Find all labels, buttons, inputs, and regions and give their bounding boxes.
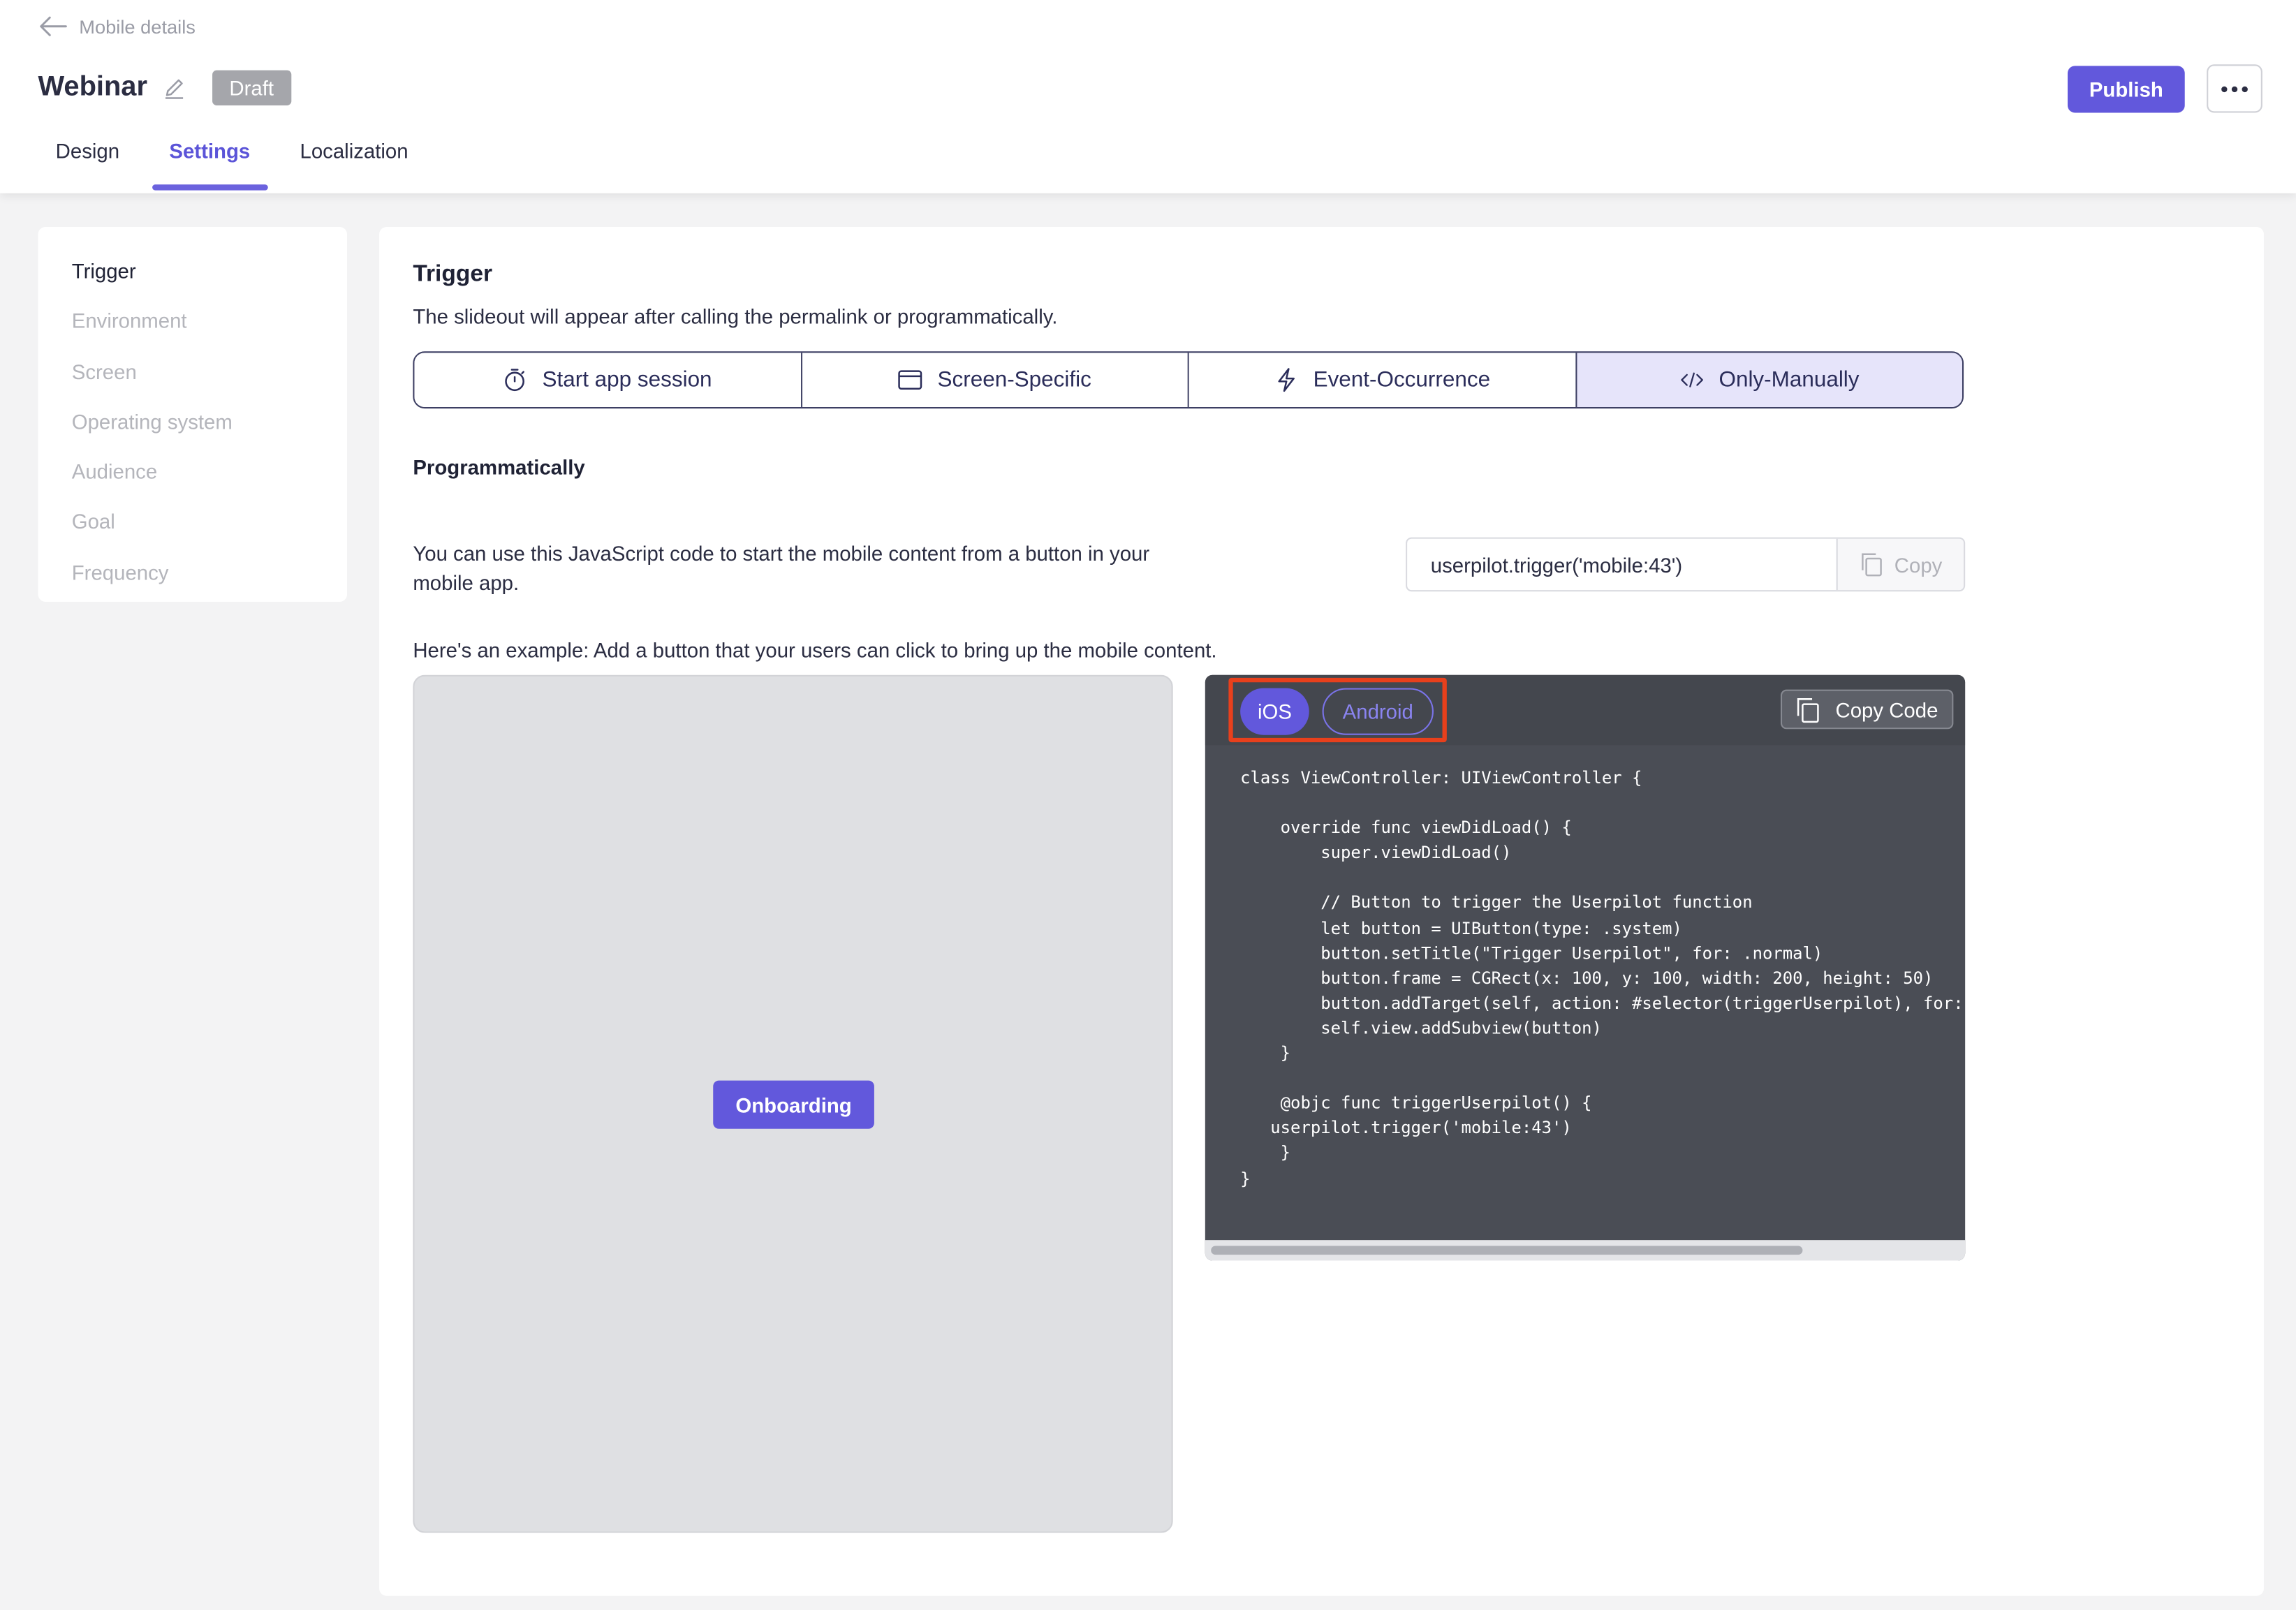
lightning-icon	[1278, 368, 1295, 392]
title-row: Webinar Draft	[38, 70, 292, 105]
trigger-settings-panel: Trigger The slideout will appear after c…	[379, 227, 2264, 1596]
tab-localization[interactable]: Localization	[282, 129, 425, 191]
sidebar-item-goal[interactable]: Goal	[38, 498, 347, 549]
trigger-option-label: Start app session	[542, 367, 712, 392]
sidebar-item-operating-system[interactable]: Operating system	[38, 398, 347, 448]
sidebar-item-screen[interactable]: Screen	[38, 348, 347, 398]
timer-icon	[505, 369, 525, 392]
copy-snippet-button[interactable]: Copy	[1836, 538, 1964, 591]
settings-sidebar: Trigger Environment Screen Operating sys…	[38, 227, 347, 602]
trigger-option-label: Screen-Specific	[937, 367, 1091, 392]
example-description: Here's an example: Add a button that you…	[413, 638, 1217, 662]
arrow-left-icon	[40, 16, 67, 36]
ellipsis-icon	[2221, 85, 2228, 92]
main-tabs: Design Settings Localization	[38, 129, 441, 191]
page-title: Webinar	[38, 71, 147, 103]
tab-settings[interactable]: Settings	[152, 129, 268, 191]
code-panel-header: iOS Android Copy Code	[1205, 674, 1966, 746]
onboarding-preview-button[interactable]: Onboarding	[713, 1080, 874, 1129]
code-block: class ViewController: UIViewController {…	[1240, 767, 1964, 1188]
programmatically-title: Programmatically	[413, 455, 585, 479]
trigger-option-label: Event-Occurrence	[1313, 367, 1491, 392]
code-icon	[1680, 372, 1703, 387]
more-options-button[interactable]	[2207, 64, 2262, 113]
back-link-label: Mobile details	[79, 15, 196, 38]
trigger-option-label: Only-Manually	[1719, 367, 1860, 392]
back-link[interactable]: Mobile details	[38, 15, 196, 38]
highlight-annotation	[1228, 677, 1447, 743]
section-description: The slideout will appear after calling t…	[413, 304, 1058, 328]
section-title: Trigger	[413, 262, 493, 288]
browser-window-icon	[898, 370, 922, 390]
trigger-option-start-app-session[interactable]: Start app session	[414, 353, 802, 407]
sidebar-item-trigger[interactable]: Trigger	[38, 247, 347, 297]
sidebar-item-frequency[interactable]: Frequency	[38, 549, 347, 599]
programmatically-description: You can use this JavaScript code to star…	[413, 541, 1150, 595]
snippet-input[interactable]	[1407, 538, 1837, 591]
mobile-preview: Onboarding	[413, 674, 1173, 1533]
scrollbar-thumb[interactable]	[1211, 1246, 1803, 1255]
sidebar-item-audience[interactable]: Audience	[38, 448, 347, 498]
horizontal-scrollbar[interactable]	[1205, 1240, 1966, 1261]
copy-icon	[1861, 553, 1882, 577]
copy-code-label: Copy Code	[1835, 697, 1938, 721]
snippet-copy-field: Copy	[1406, 537, 1966, 592]
trigger-type-selector: Start app session Screen-Specific Event-…	[413, 351, 1964, 409]
trigger-option-screen-specific[interactable]: Screen-Specific	[802, 353, 1189, 407]
sidebar-item-environment[interactable]: Environment	[38, 297, 347, 348]
publish-button[interactable]: Publish	[2067, 66, 2185, 113]
trigger-option-event-occurrence[interactable]: Event-Occurrence	[1189, 353, 1577, 407]
status-badge: Draft	[212, 70, 292, 105]
trigger-option-only-manually[interactable]: Only-Manually	[1576, 353, 1962, 407]
top-header: Mobile details Webinar Draft Design Sett…	[0, 0, 2296, 193]
copy-label: Copy	[1894, 552, 1943, 577]
copy-code-button[interactable]: Copy Code	[1780, 689, 1954, 730]
tab-design[interactable]: Design	[38, 129, 138, 191]
copy-icon	[1797, 697, 1820, 723]
code-example-panel: iOS Android Copy Code class ViewControll…	[1205, 674, 1966, 1261]
pencil-icon[interactable]	[162, 76, 186, 100]
